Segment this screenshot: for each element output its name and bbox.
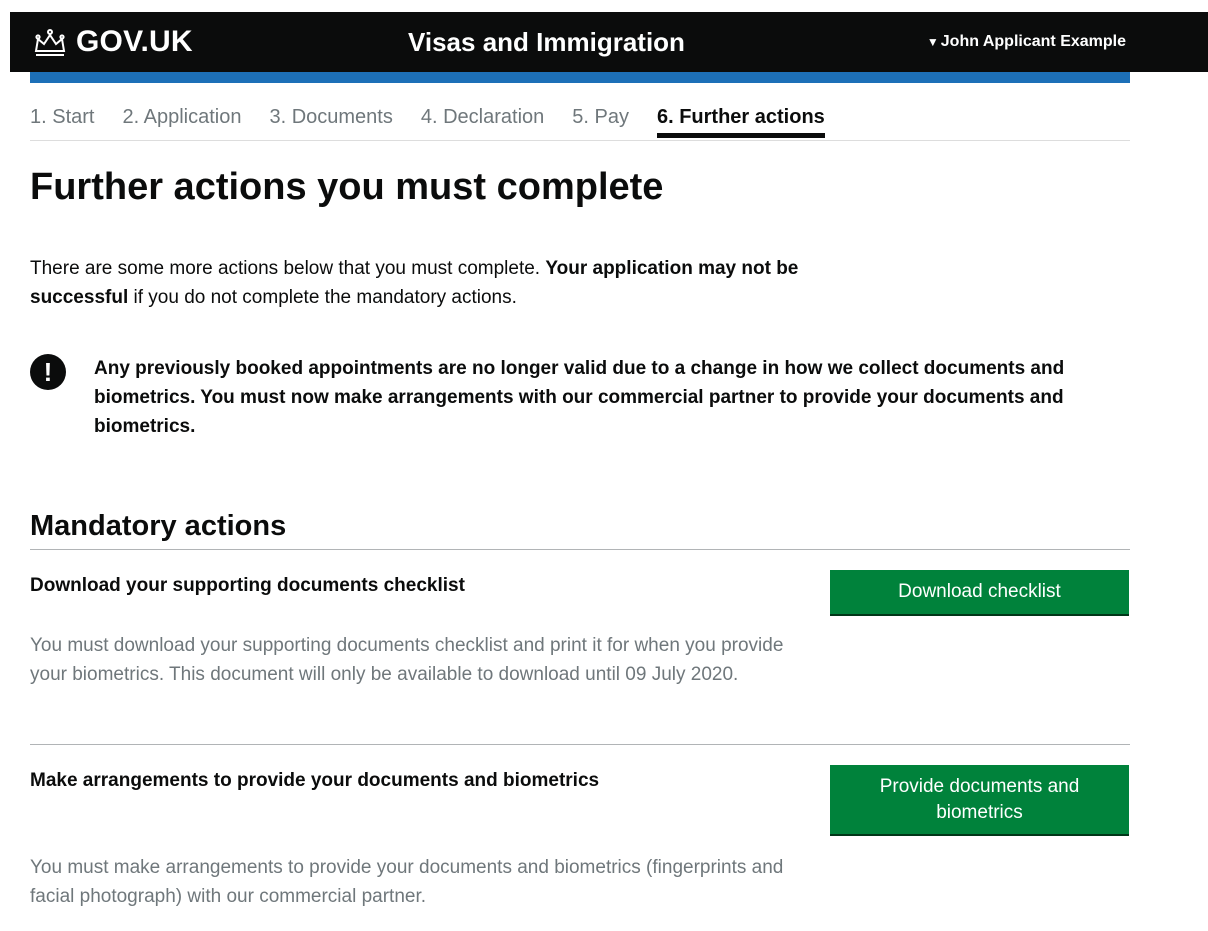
user-menu-button[interactable]: ▼ John Applicant Example (927, 12, 1126, 72)
mandatory-actions-heading: Mandatory actions (30, 510, 287, 542)
step-application[interactable]: 2. Application (122, 98, 241, 138)
download-checklist-button[interactable]: Download checklist (830, 570, 1129, 614)
action-title-checklist: Download your supporting documents check… (30, 575, 465, 596)
action-title-biometrics: Make arrangements to provide your docume… (30, 770, 600, 791)
action-description-biometrics: You must make arrangements to provide yo… (30, 857, 784, 907)
action-divider (30, 744, 1130, 745)
section-divider (30, 549, 1130, 550)
step-declaration[interactable]: 4. Declaration (421, 98, 544, 138)
logo-text: GOV.UK (76, 25, 193, 58)
crown-icon (34, 29, 66, 56)
step-navigation: 1. Start 2. Application 3. Documents 4. … (30, 98, 1130, 141)
caret-down-icon: ▼ (926, 35, 939, 49)
action-description-checklist: You must download your supporting docume… (30, 635, 784, 685)
user-name: John Applicant Example (940, 33, 1126, 50)
step-further-actions[interactable]: 6. Further actions (656, 98, 825, 138)
intro-paragraph: There are some more actions below that y… (30, 254, 820, 312)
step-pay[interactable]: 5. Pay (572, 98, 629, 138)
provide-documents-biometrics-button[interactable]: Provide documents and biometrics (830, 765, 1129, 834)
site-header: GOV.UK Visas and Immigration ▼ John Appl… (10, 12, 1208, 72)
service-name-link[interactable]: Visas and Immigration (408, 12, 685, 72)
brand-bar (30, 72, 1130, 83)
step-start[interactable]: 1. Start (30, 98, 94, 138)
intro-text-end: if you do not complete the mandatory act… (128, 287, 517, 308)
warning-notice: ! Any previously booked appointments are… (30, 354, 1110, 441)
govuk-logo-link[interactable]: GOV.UK (32, 12, 193, 72)
intro-text-start: There are some more actions below that y… (30, 258, 546, 279)
step-documents[interactable]: 3. Documents (269, 98, 392, 138)
exclamation-icon: ! (30, 354, 66, 390)
warning-text: Any previously booked appointments are n… (94, 358, 1065, 437)
page-title: Further actions you must complete (30, 166, 664, 208)
